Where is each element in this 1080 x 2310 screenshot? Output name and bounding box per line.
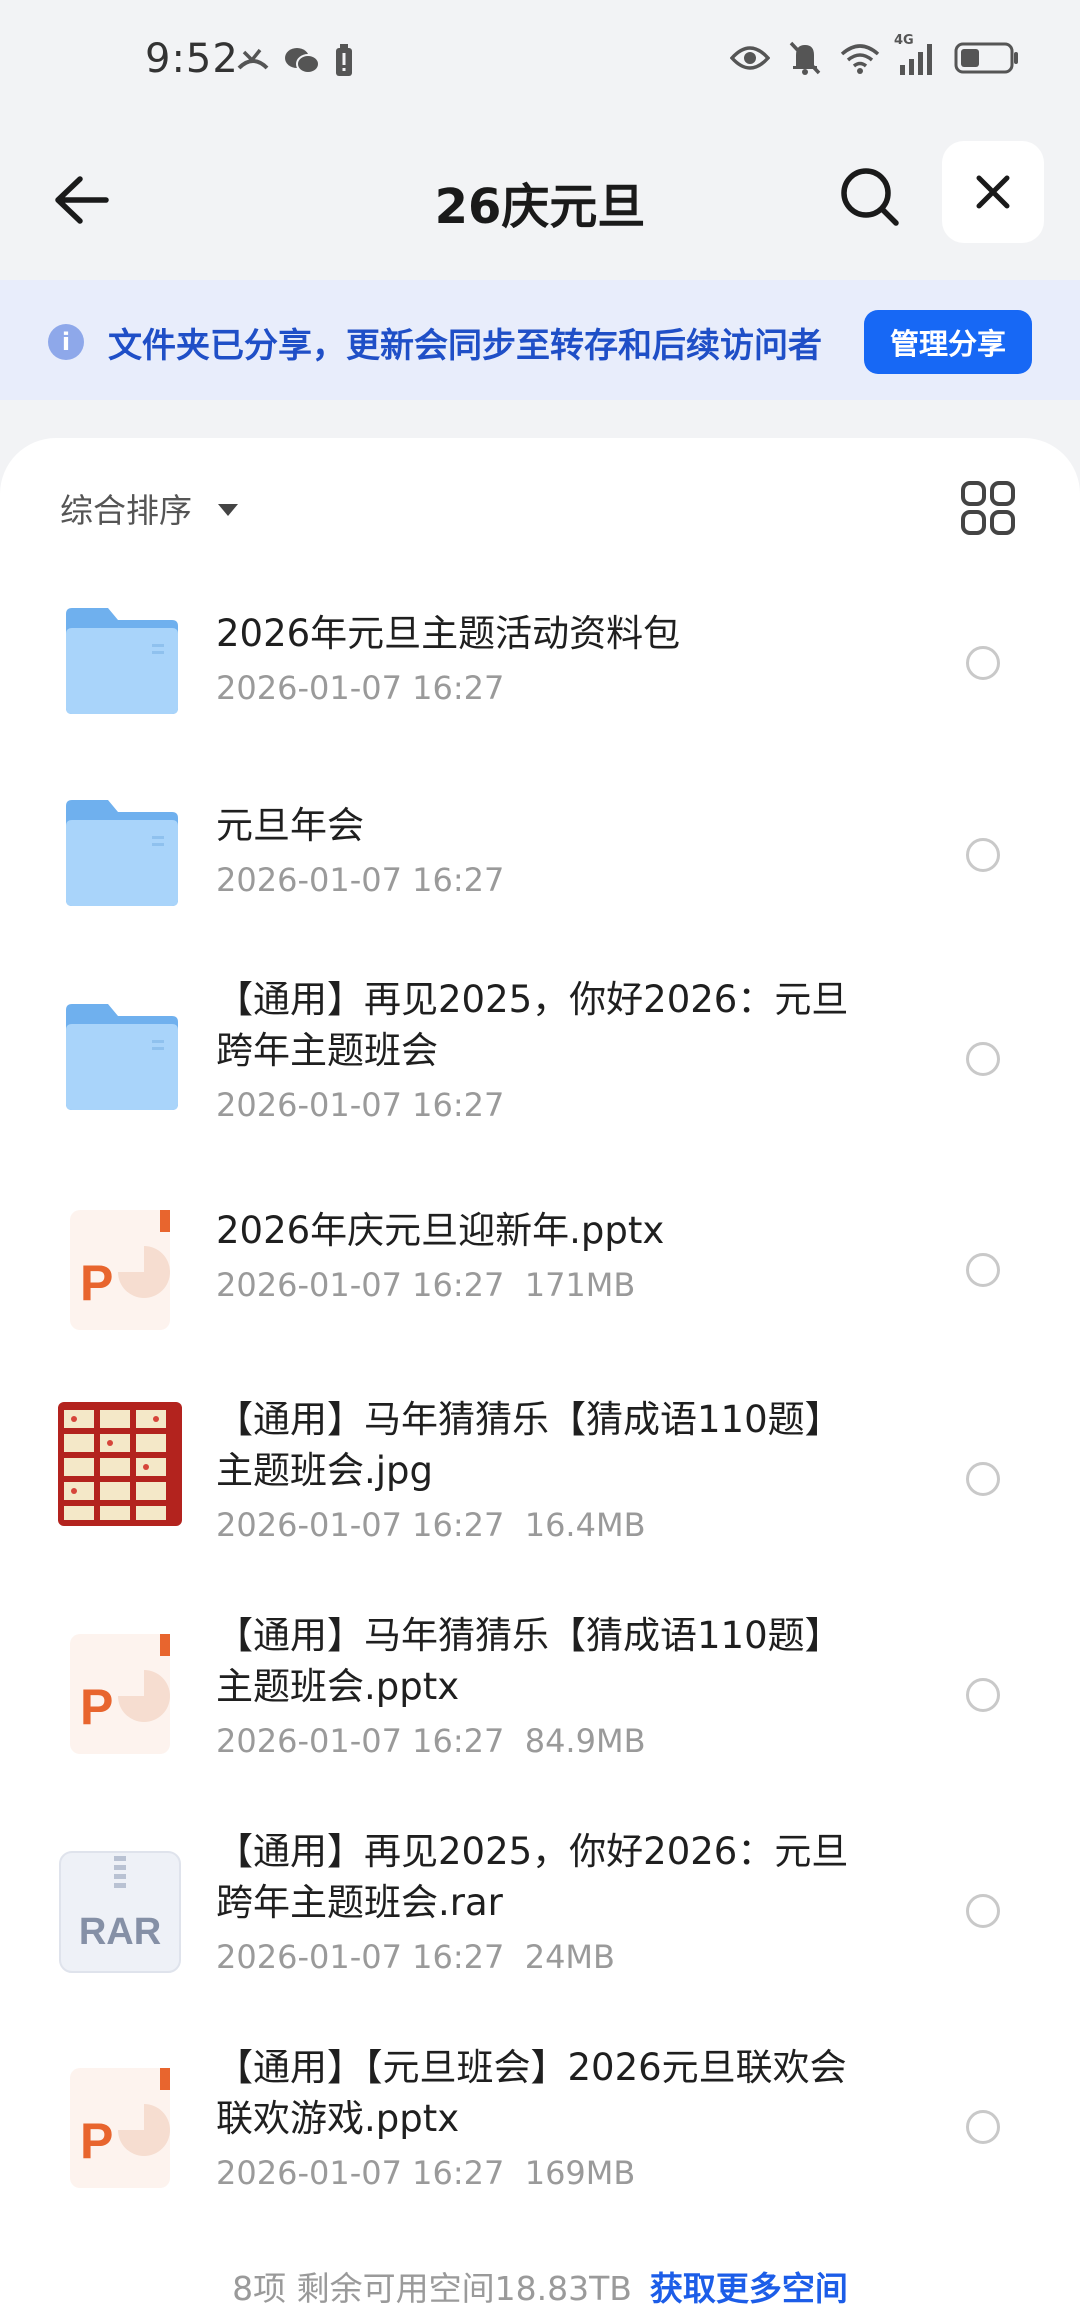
folder-icon	[66, 608, 178, 714]
list-item[interactable]: 【通用】再见2025，你好2026：元旦跨年主题班会 2026-01-07 16…	[0, 960, 1080, 1160]
list-item[interactable]: RAR 【通用】再见2025，你好2026：元旦跨年主题班会.rar 2026-…	[0, 1812, 1080, 2012]
file-meta: 2026-01-07 16:27 84.9MB	[216, 1722, 646, 1760]
file-meta: 2026-01-07 16:27	[216, 669, 505, 707]
status-right-icons: 4G	[730, 33, 1020, 76]
select-radio[interactable]	[966, 1462, 1000, 1496]
svg-text:P: P	[80, 2113, 113, 2169]
share-banner: i 文件夹已分享，更新会同步至转存和后续访问者 管理分享	[0, 280, 1080, 400]
search-button[interactable]	[830, 157, 910, 237]
battery-alert-icon	[334, 44, 354, 78]
search-icon	[841, 168, 899, 226]
top-app-bar: 26庆元旦	[0, 125, 1080, 275]
select-radio[interactable]	[966, 2110, 1000, 2144]
svg-text:RAR: RAR	[79, 1911, 161, 1953]
manage-share-button[interactable]: 管理分享	[864, 310, 1032, 374]
file-meta: 2026-01-07 16:27 169MB	[216, 2154, 636, 2192]
file-name: 【通用】马年猜猜乐【猜成语110题】主题班会.pptx	[216, 1614, 842, 1708]
status-bar: 9:52 4G	[0, 0, 1080, 125]
network-type-label: 4G	[894, 33, 914, 48]
select-radio[interactable]	[966, 1678, 1000, 1712]
missed-call-icon	[236, 46, 270, 76]
list-item[interactable]: P 【通用】马年猜猜乐【猜成语110题】主题班会.pptx 2026-01-07…	[0, 1596, 1080, 1796]
svg-text:P: P	[80, 1255, 113, 1311]
file-list-card: 综合排序 2026年元旦主题活动资料包 2026-01-07 16:27 元旦年…	[0, 438, 1080, 2310]
file-meta: 2026-01-07 16:27 24MB	[216, 1938, 615, 1976]
select-radio[interactable]	[966, 1042, 1000, 1076]
select-radio[interactable]	[966, 838, 1000, 872]
select-radio[interactable]	[966, 646, 1000, 680]
file-name: 【通用】【元旦班会】2026元旦联欢会联欢游戏.pptx	[216, 2046, 847, 2140]
status-time: 9:52	[145, 36, 239, 82]
grid-view-icon[interactable]	[960, 480, 1016, 536]
file-name: 【通用】再见2025，你好2026：元旦跨年主题班会.rar	[216, 1830, 849, 1924]
file-meta: 2026-01-07 16:27 16.4MB	[216, 1506, 646, 1544]
file-meta: 2026-01-07 16:27	[216, 861, 505, 899]
ppt-file-icon: P	[70, 1210, 170, 1330]
svg-text:P: P	[80, 1679, 113, 1735]
sort-dropdown[interactable]: 综合排序	[60, 484, 238, 532]
rar-file-icon: RAR	[59, 1851, 181, 1973]
list-item[interactable]: 2026年元旦主题活动资料包 2026-01-07 16:27	[0, 578, 1080, 748]
file-meta: 2026-01-07 16:27 171MB	[216, 1266, 636, 1304]
wechat-icon	[284, 46, 320, 76]
sort-label: 综合排序	[60, 491, 192, 530]
select-radio[interactable]	[966, 1253, 1000, 1287]
signal-icon: 4G	[894, 33, 936, 75]
list-item[interactable]: P 【通用】【元旦班会】2026元旦联欢会联欢游戏.pptx 2026-01-0…	[0, 2028, 1080, 2228]
storage-summary: 8项 剩余可用空间18.83TB	[232, 2269, 632, 2308]
wifi-icon	[840, 42, 880, 74]
list-item[interactable]: 【通用】马年猜猜乐【猜成语110题】主题班会.jpg 2026-01-07 16…	[0, 1380, 1080, 1580]
file-name: 2026年元旦主题活动资料包	[216, 612, 681, 655]
caret-down-icon	[218, 504, 238, 516]
close-button[interactable]	[942, 141, 1044, 243]
list-item[interactable]: 元旦年会 2026-01-07 16:27	[0, 770, 1080, 940]
status-left-icons	[236, 44, 354, 78]
battery-icon	[954, 41, 1020, 75]
folder-icon	[66, 800, 178, 906]
close-icon	[976, 175, 1010, 209]
info-icon: i	[48, 324, 84, 360]
image-thumbnail	[58, 1402, 182, 1526]
file-name: 2026年庆元旦迎新年.pptx	[216, 1209, 665, 1252]
file-name: 【通用】马年猜猜乐【猜成语110题】主题班会.jpg	[216, 1398, 842, 1492]
folder-icon	[66, 1004, 178, 1110]
eye-icon	[730, 44, 770, 72]
ppt-file-icon: P	[70, 1634, 170, 1754]
storage-footer: 8项 剩余可用空间18.83TB 获取更多空间	[0, 2262, 1080, 2310]
mute-bell-icon	[788, 40, 822, 76]
get-more-space-link[interactable]: 获取更多空间	[650, 2269, 848, 2308]
ppt-file-icon: P	[70, 2068, 170, 2188]
page-title: 26庆元旦	[434, 179, 646, 235]
select-radio[interactable]	[966, 1894, 1000, 1928]
file-name: 【通用】再见2025，你好2026：元旦跨年主题班会	[216, 978, 849, 1072]
file-meta: 2026-01-07 16:27	[216, 1086, 505, 1124]
list-item[interactable]: P 2026年庆元旦迎新年.pptx 2026-01-07 16:27 171M…	[0, 1180, 1080, 1360]
file-name: 元旦年会	[216, 804, 364, 847]
share-banner-text: 文件夹已分享，更新会同步至转存和后续访问者	[108, 326, 822, 366]
